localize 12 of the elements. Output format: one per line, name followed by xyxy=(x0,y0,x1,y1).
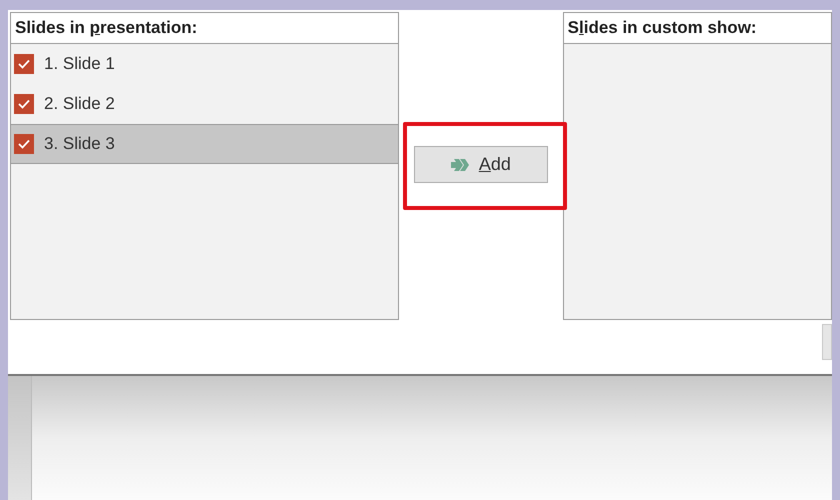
add-button[interactable]: Add xyxy=(414,146,548,183)
check-icon xyxy=(18,59,30,69)
slide-list-item[interactable]: 1. Slide 1 xyxy=(11,44,398,84)
checkbox[interactable] xyxy=(14,94,34,114)
checkbox[interactable] xyxy=(14,134,34,154)
list-heading: Slides in custom show: xyxy=(568,17,757,40)
slide-list-item[interactable]: 3. Slide 3 xyxy=(11,124,398,164)
slide-list-item[interactable]: 2. Slide 2 xyxy=(11,84,398,124)
check-icon xyxy=(18,139,30,149)
check-icon xyxy=(18,99,30,109)
checkbox[interactable] xyxy=(14,54,34,74)
list-heading: Slides in presentation: xyxy=(15,17,198,40)
